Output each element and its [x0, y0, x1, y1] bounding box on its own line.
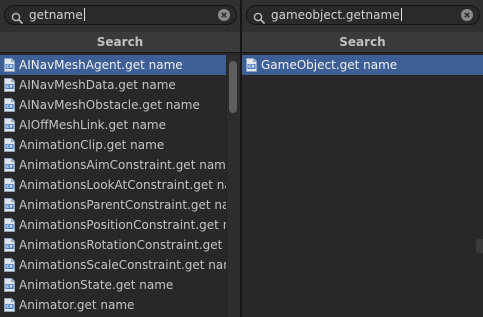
svg-text:C#: C#: [6, 164, 13, 169]
list-item[interactable]: C# AnimationsAimConstraint.get name: [0, 155, 240, 175]
svg-text:C#: C#: [6, 64, 13, 69]
list-item[interactable]: C# AnimationsLookAtConstraint.get nar: [0, 175, 240, 195]
list-item[interactable]: C# AINavMeshData.get name: [0, 75, 240, 95]
window-edge-handle[interactable]: [476, 239, 483, 253]
scrollbar-thumb[interactable]: [229, 61, 237, 113]
magnifier-icon: [253, 9, 265, 24]
left-results-list: C# AINavMeshAgent.get name C# AINavMeshData…: [0, 55, 240, 317]
list-item-label: AnimationsAimConstraint.get name: [19, 158, 226, 172]
svg-text:C#: C#: [6, 124, 13, 129]
cs-script-file-icon: C#: [4, 138, 15, 152]
svg-text:C#: C#: [248, 64, 255, 69]
right-search-text: gameobject.getname: [271, 8, 400, 22]
list-item-label: AnimationClip.get name: [19, 138, 165, 152]
right-search-pane: gameobject.getname Search C# GameObject.g…: [242, 0, 483, 317]
svg-text:C#: C#: [6, 104, 13, 109]
list-item-label: AnimationsLookAtConstraint.get nar: [19, 178, 226, 192]
list-item[interactable]: C# AIOffMeshLink.get name: [0, 115, 240, 135]
list-item-label: AINavMeshAgent.get name: [19, 58, 183, 72]
list-item[interactable]: C# AINavMeshObstacle.get name: [0, 95, 240, 115]
list-item[interactable]: C# GameObject.get name: [242, 55, 483, 75]
cs-script-file-icon: C#: [4, 78, 15, 92]
list-item-label: AnimationsRotationConstraint.get na: [19, 238, 226, 252]
left-search-pane: getname Search C# AINavMeshAgent.get name…: [0, 0, 240, 317]
right-results-list: C# GameObject.get name: [242, 55, 483, 317]
list-item[interactable]: C# Animator.get name: [0, 295, 240, 315]
left-search-toolbar: getname: [0, 0, 240, 33]
svg-text:C#: C#: [6, 284, 13, 289]
text-caret: [83, 8, 85, 21]
list-item-label: AnimationsParentConstraint.get nan: [19, 198, 226, 212]
cs-script-file-icon: C#: [4, 158, 15, 172]
cs-script-file-icon: C#: [4, 58, 15, 72]
magnifier-icon: [11, 9, 23, 24]
svg-text:C#: C#: [6, 244, 13, 249]
list-item[interactable]: C# AnimationsScaleConstraint.get nam: [0, 255, 240, 275]
cs-script-file-icon: C#: [4, 298, 15, 312]
search-window: getname Search C# AINavMeshAgent.get name…: [0, 0, 483, 317]
cs-script-file-icon: C#: [4, 218, 15, 232]
svg-text:C#: C#: [6, 184, 13, 189]
left-search-text: getname: [29, 8, 83, 22]
cs-script-file-icon: C#: [4, 98, 15, 112]
list-item[interactable]: C# AINavMeshAgent.get name: [0, 55, 240, 75]
svg-text:C#: C#: [6, 144, 13, 149]
right-search-input[interactable]: gameobject.getname: [271, 8, 402, 23]
list-item[interactable]: C# AnimationsParentConstraint.get nan: [0, 195, 240, 215]
right-results-header: Search: [242, 32, 483, 53]
left-search-field[interactable]: getname: [4, 5, 237, 25]
cs-script-file-icon: C#: [4, 238, 15, 252]
list-item-label: GameObject.get name: [261, 58, 398, 72]
cs-script-file-icon: C#: [4, 198, 15, 212]
svg-text:C#: C#: [6, 84, 13, 89]
clear-search-icon[interactable]: [218, 9, 230, 21]
list-item[interactable]: C# AnimationsPositionConstraint.get na: [0, 215, 240, 235]
left-search-input[interactable]: getname: [29, 8, 85, 23]
svg-text:C#: C#: [6, 264, 13, 269]
cs-script-file-icon: C#: [4, 118, 15, 132]
list-item-label: AINavMeshObstacle.get name: [19, 98, 200, 112]
cs-script-file-icon: C#: [4, 178, 15, 192]
left-vertical-scrollbar[interactable]: [226, 55, 240, 317]
list-item-label: Animator.get name: [19, 298, 135, 312]
list-item[interactable]: C# AnimationState.get name: [0, 275, 240, 295]
svg-text:C#: C#: [6, 224, 13, 229]
list-item-label: AnimationsPositionConstraint.get na: [19, 218, 226, 232]
right-search-field[interactable]: gameobject.getname: [246, 5, 480, 25]
list-item-label: AnimationsScaleConstraint.get nam: [19, 258, 226, 272]
clear-search-icon[interactable]: [461, 9, 473, 21]
svg-text:C#: C#: [6, 204, 13, 209]
cs-script-file-icon: C#: [4, 278, 15, 292]
list-item[interactable]: C# AnimationsRotationConstraint.get na: [0, 235, 240, 255]
text-caret: [400, 8, 402, 21]
list-item-label: AIOffMeshLink.get name: [19, 118, 166, 132]
right-search-toolbar: gameobject.getname: [242, 0, 483, 33]
cs-script-file-icon: C#: [246, 58, 257, 72]
cs-script-file-icon: C#: [4, 258, 15, 272]
list-item-label: AnimationState.get name: [19, 278, 174, 292]
list-item-label: AINavMeshData.get name: [19, 78, 176, 92]
list-item[interactable]: C# AnimationClip.get name: [0, 135, 240, 155]
left-results-header: Search: [0, 32, 240, 53]
svg-text:C#: C#: [6, 304, 13, 309]
